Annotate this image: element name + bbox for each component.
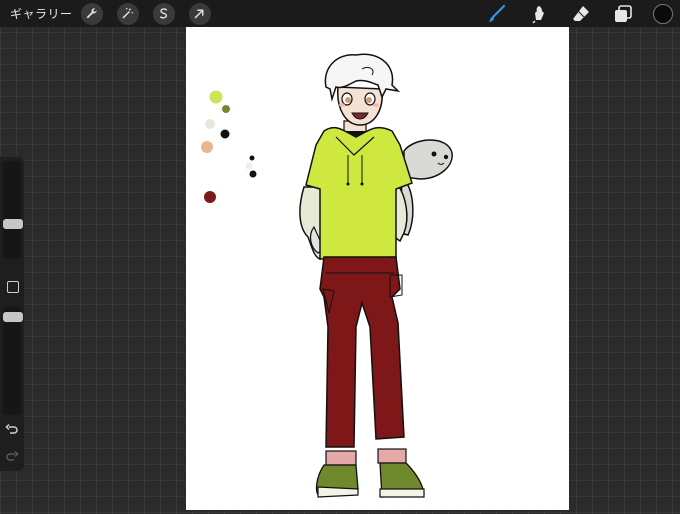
eraser-tool-button[interactable] — [569, 2, 593, 26]
palette-dot — [220, 129, 230, 139]
color-palette-dots — [201, 90, 257, 203]
magic-wand-icon — [122, 7, 134, 19]
opacity-handle[interactable] — [3, 312, 23, 322]
selection-button[interactable] — [152, 2, 175, 25]
palette-dot — [245, 162, 253, 170]
palette-dot — [209, 90, 223, 104]
modify-button[interactable] — [7, 281, 19, 293]
left-sidebar — [0, 157, 24, 471]
palette-dot — [205, 119, 215, 129]
adjustments-button[interactable] — [116, 2, 139, 25]
illustration — [201, 53, 453, 498]
top-toolbar: ギャラリー — [0, 0, 680, 27]
smudge-icon — [532, 5, 544, 24]
brush-icon — [489, 4, 506, 22]
layers-icon — [615, 4, 632, 22]
arrow-cursor-icon — [194, 9, 204, 19]
transform-button[interactable] — [188, 2, 211, 25]
current-color-swatch[interactable] — [653, 3, 673, 24]
palette-dot — [204, 191, 216, 203]
palette-dot — [222, 105, 230, 113]
actions-button[interactable] — [80, 2, 103, 25]
brush-size-slider[interactable] — [3, 161, 21, 259]
wrench-icon — [86, 8, 97, 19]
eraser-icon — [573, 5, 589, 21]
palette-dot — [249, 155, 255, 161]
brush-tool-button[interactable] — [485, 2, 509, 26]
redo-icon[interactable] — [5, 450, 19, 464]
selection-s-icon — [159, 8, 168, 19]
undo-icon[interactable] — [5, 423, 19, 437]
seal-plush — [399, 139, 453, 236]
right-tool-group — [485, 0, 680, 27]
palette-dot — [201, 141, 213, 153]
layers-button[interactable] — [611, 2, 635, 26]
brush-size-handle[interactable] — [3, 219, 23, 229]
opacity-slider[interactable] — [3, 307, 21, 415]
drawing-canvas[interactable] — [186, 27, 569, 510]
smudge-tool-button[interactable] — [527, 2, 551, 26]
gallery-button[interactable]: ギャラリー — [10, 5, 73, 22]
palette-dot — [249, 170, 257, 178]
